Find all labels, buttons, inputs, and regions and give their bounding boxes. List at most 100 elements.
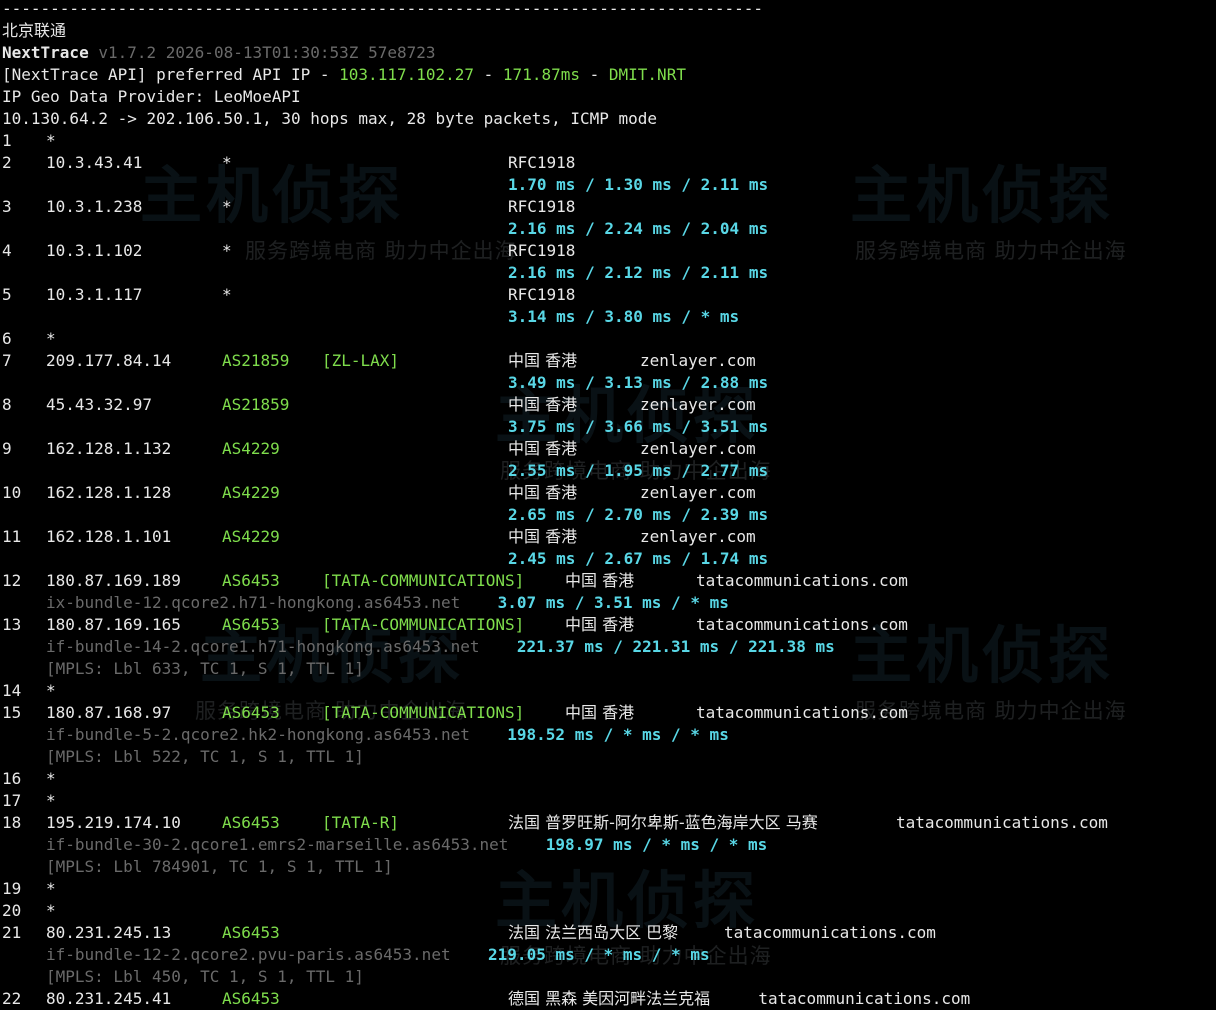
hop-timeout: * bbox=[46, 769, 56, 788]
hop-tag: [TATA-COMMUNICATIONS] bbox=[322, 703, 525, 722]
hop-mpls: [MPLS: Lbl 450, TC 1, S 1, TTL 1] bbox=[46, 967, 364, 986]
hop-ip: 80.231.245.13 bbox=[46, 923, 172, 942]
app-header: NextTrace v1.7.2 2026-08-13T01:30:53Z 57… bbox=[2, 42, 436, 64]
hop-row: 2 10.3.43.41 * RFC1918 bbox=[0, 152, 1216, 174]
hop-detail-line: ix-bundle-12.qcore2.h71-hongkong.as6453.… bbox=[0, 592, 1216, 614]
hop-rtt: 2.16 ms / 2.24 ms / 2.04 ms bbox=[508, 219, 769, 238]
hop-mpls: [MPLS: Lbl 784901, TC 1, S 1, TTL 1] bbox=[46, 857, 393, 876]
hop-detail-line: 2.45 ms / 2.67 ms / 1.74 ms bbox=[0, 548, 1216, 570]
hop-detail-line: if-bundle-5-2.qcore2.hk2-hongkong.as6453… bbox=[0, 724, 1216, 746]
hop-domain: tatacommunications.com bbox=[696, 703, 908, 722]
hop-tag: [TATA-R] bbox=[322, 813, 400, 832]
hop-asn: AS6453 bbox=[222, 571, 280, 590]
api-node: DMIT.NRT bbox=[608, 65, 686, 84]
hop-tag: [ZL-LAX] bbox=[322, 351, 400, 370]
hop-timeout: * bbox=[46, 901, 56, 920]
hop-geo: RFC1918 bbox=[508, 197, 576, 216]
hop-number: 6 bbox=[2, 329, 12, 348]
hop-number: 16 bbox=[2, 769, 22, 788]
separator-line: ----------------------------------------… bbox=[2, 0, 763, 18]
hop-number: 9 bbox=[2, 439, 12, 458]
hop-number: 18 bbox=[2, 813, 22, 832]
hop-row: 15 180.87.168.97 AS6453 [TATA-COMMUNICATION… bbox=[0, 702, 1216, 724]
hop-rtt: 198.97 ms / * ms / * ms bbox=[545, 835, 768, 854]
hop-domain: tatacommunications.com bbox=[724, 923, 936, 942]
hop-detail-line: if-bundle-30-2.qcore1.emrs2-marseille.as… bbox=[0, 834, 1216, 856]
hop-geo: 德国 黑森 美因河畔法兰克福 bbox=[508, 989, 711, 1008]
api-ip: 103.117.102.27 bbox=[339, 65, 475, 84]
hop-mpls-line: [MPLS: Lbl 522, TC 1, S 1, TTL 1] bbox=[0, 746, 1216, 768]
hop-asn: * bbox=[222, 241, 232, 260]
hop-ip: 80.231.245.41 bbox=[46, 989, 172, 1008]
hop-number: 13 bbox=[2, 615, 22, 634]
hop-rtt: 2.55 ms / 1.95 ms / 2.77 ms bbox=[508, 461, 769, 480]
api-line: [NextTrace API] preferred API IP - 103.1… bbox=[2, 64, 686, 86]
hop-detail-line: 2.55 ms / 1.95 ms / 2.77 ms bbox=[0, 460, 1216, 482]
hop-number: 2 bbox=[2, 153, 12, 172]
hop-row: 17 * bbox=[0, 790, 1216, 812]
hop-rtt: 2.16 ms / 2.12 ms / 2.11 ms bbox=[508, 263, 769, 282]
hop-asn: * bbox=[222, 197, 232, 216]
hop-tag: [TATA-COMMUNICATIONS] bbox=[322, 571, 525, 590]
hop-hostname: if-bundle-12-2.qcore2.pvu-paris.as6453.n… bbox=[46, 945, 451, 964]
hop-asn: AS6453 bbox=[222, 703, 280, 722]
hop-row: 16 * bbox=[0, 768, 1216, 790]
hop-number: 8 bbox=[2, 395, 12, 414]
app-version: v1.7.2 2026-08-13T01:30:53Z 57e8723 bbox=[98, 43, 436, 62]
hop-row: 12 180.87.169.189 AS6453 [TATA-COMMUNICATIO… bbox=[0, 570, 1216, 592]
hop-detail-line: 1.70 ms / 1.30 ms / 2.11 ms bbox=[0, 174, 1216, 196]
hop-row: 1 * bbox=[0, 130, 1216, 152]
hop-asn: AS6453 bbox=[222, 615, 280, 634]
api-prefix: [NextTrace API] preferred API IP - bbox=[2, 65, 340, 84]
hop-rtt: 219.05 ms / * ms / * ms bbox=[488, 945, 710, 964]
hop-row: 10 162.128.1.128 AS4229 中国 香港 zenlayer.com bbox=[0, 482, 1216, 504]
hop-ip: 10.3.1.117 bbox=[46, 285, 143, 304]
hop-asn: AS21859 bbox=[222, 395, 290, 414]
hop-asn: AS6453 bbox=[222, 813, 280, 832]
hop-row: 9 162.128.1.132 AS4229 中国 香港 zenlayer.com bbox=[0, 438, 1216, 460]
hop-geo: RFC1918 bbox=[508, 285, 576, 304]
hop-ip: 10.3.43.41 bbox=[46, 153, 143, 172]
hop-domain: zenlayer.com bbox=[640, 351, 756, 370]
hop-geo: 法国 法兰西岛大区 巴黎 bbox=[508, 923, 679, 942]
hop-ip: 162.128.1.101 bbox=[46, 527, 172, 546]
hop-asn: * bbox=[222, 285, 232, 304]
hop-rtt: 3.07 ms / 3.51 ms / * ms bbox=[497, 593, 729, 612]
hop-row: 8 45.43.32.97 AS21859 中国 香港 zenlayer.com bbox=[0, 394, 1216, 416]
hop-row: 19 * bbox=[0, 878, 1216, 900]
hop-number: 19 bbox=[2, 879, 22, 898]
hop-ip: 10.3.1.102 bbox=[46, 241, 143, 260]
hop-detail-line: 3.75 ms / 3.66 ms / 3.51 ms bbox=[0, 416, 1216, 438]
hop-geo: RFC1918 bbox=[508, 241, 576, 260]
hop-detail-line: 2.16 ms / 2.24 ms / 2.04 ms bbox=[0, 218, 1216, 240]
hop-ip: 180.87.169.189 bbox=[46, 571, 181, 590]
hop-number: 17 bbox=[2, 791, 22, 810]
app-name: NextTrace bbox=[2, 43, 89, 62]
api-separator: - bbox=[474, 65, 503, 84]
hop-ip: 180.87.169.165 bbox=[46, 615, 181, 634]
hop-geo: 中国 香港 bbox=[565, 571, 635, 590]
hop-domain: tatacommunications.com bbox=[758, 989, 971, 1008]
hop-number: 10 bbox=[2, 483, 22, 502]
hop-row: 5 10.3.1.117 * RFC1918 bbox=[0, 284, 1216, 306]
hop-hostname: if-bundle-14-2.qcore1.h71-hongkong.as645… bbox=[46, 637, 480, 656]
hop-row: 3 10.3.1.238 * RFC1918 bbox=[0, 196, 1216, 218]
hop-number: 14 bbox=[2, 681, 22, 700]
api-separator: - bbox=[579, 65, 609, 84]
hop-ip: 10.3.1.238 bbox=[46, 197, 143, 216]
hop-row: 22 80.231.245.41 AS6453 德国 黑森 美因河畔法兰克福 tatac… bbox=[0, 988, 1216, 1010]
hop-ip: 162.128.1.132 bbox=[46, 439, 172, 458]
hop-domain: zenlayer.com bbox=[640, 439, 756, 458]
hop-asn: AS4229 bbox=[222, 483, 280, 502]
hop-hostname: if-bundle-30-2.qcore1.emrs2-marseille.as… bbox=[46, 835, 509, 854]
hop-detail-line: 3.49 ms / 3.13 ms / 2.88 ms bbox=[0, 372, 1216, 394]
hop-row: 18 195.219.174.10 AS6453 [TATA-R] 法国 普罗旺斯-阿尔… bbox=[0, 812, 1216, 834]
hop-mpls-line: [MPLS: Lbl 633, TC 1, S 1, TTL 1] bbox=[0, 658, 1216, 680]
hop-geo: 中国 香港 bbox=[508, 439, 578, 458]
hop-row: 20 * bbox=[0, 900, 1216, 922]
hop-detail-line: 2.65 ms / 2.70 ms / 2.39 ms bbox=[0, 504, 1216, 526]
hop-ip: 162.128.1.128 bbox=[46, 483, 172, 502]
hop-row: 7 209.177.84.14 AS21859 [ZL-LAX] 中国 香港 zenlay… bbox=[0, 350, 1216, 372]
hop-geo: 中国 香港 bbox=[565, 615, 635, 634]
hop-detail-line: 3.14 ms / 3.80 ms / * ms bbox=[0, 306, 1216, 328]
